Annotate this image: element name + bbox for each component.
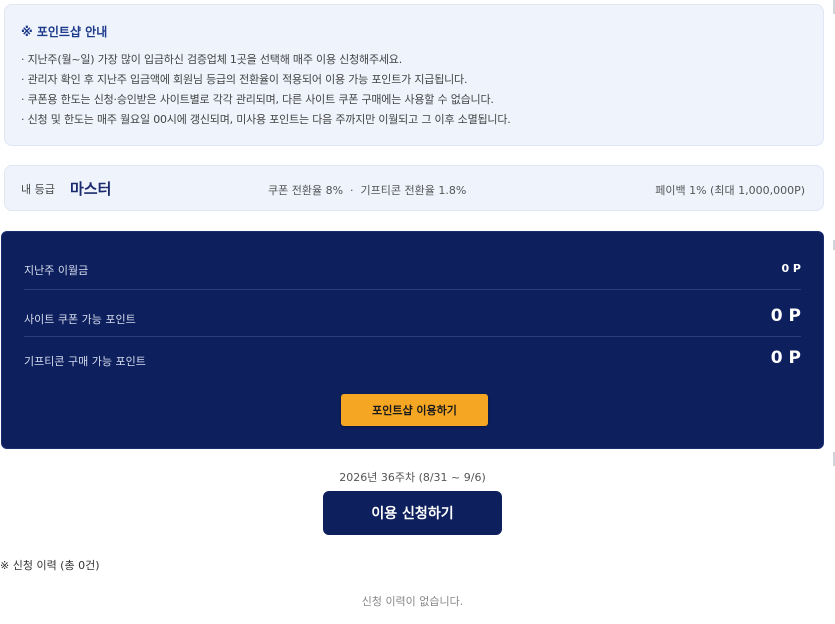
- carryover-label: 지난주 이월금: [24, 264, 89, 277]
- divider: [24, 336, 801, 337]
- point-shop-notice: ※ 포인트샵 안내 · 지난주(월~일) 가장 많이 입금하신 검증업체 1곳을…: [4, 4, 824, 146]
- payback-info: 페이백 1% (최대 1,000,000P): [655, 184, 805, 197]
- notice-title: ※ 포인트샵 안내: [21, 25, 108, 39]
- gifticon-label: 기프티콘 구매 가능 포인트: [24, 355, 146, 368]
- notice-line: · 신청 및 한도는 매주 월요일 00시에 갱신되며, 미사용 포인트는 다음…: [21, 113, 511, 126]
- grade-value: 마스터: [70, 180, 112, 198]
- history-title: ※ 신청 이력 (총 0건): [0, 559, 100, 572]
- site-coupon-value: 0 P: [770, 306, 801, 326]
- notice-line: · 지난주(월~일) 가장 많이 입금하신 검증업체 1곳을 선택해 매주 이용…: [21, 53, 402, 66]
- notice-line: · 관리자 확인 후 지난주 입금액에 회원님 등급의 전환율이 적용되어 이용…: [21, 73, 468, 86]
- divider: [24, 289, 801, 290]
- points-panel: 지난주 이월금 0 P 사이트 쿠폰 가능 포인트 0 P 기프티콘 구매 가능…: [1, 231, 824, 449]
- notice-line: · 쿠폰용 한도는 신청·승인받은 사이트별로 각각 관리되며, 다른 사이트 …: [21, 93, 494, 106]
- site-coupon-label: 사이트 쿠폰 가능 포인트: [24, 313, 136, 326]
- gifticon-value: 0 P: [770, 348, 801, 368]
- conversion-rates: 쿠폰 전환율 8% · 기프티콘 전환율 1.8%: [268, 184, 467, 197]
- grade-label: 내 등급: [21, 183, 55, 196]
- apply-button[interactable]: 이용 신청하기: [323, 491, 502, 535]
- week-period: 2026년 36주차 (8/31 ~ 9/6): [339, 471, 486, 484]
- history-empty-message: 신청 이력이 없습니다.: [361, 595, 464, 608]
- my-grade-panel: 내 등급 마스터 쿠폰 전환율 8% · 기프티콘 전환율 1.8% 페이백 1…: [4, 165, 824, 211]
- point-shop-button[interactable]: 포인트샵 이용하기: [341, 394, 488, 426]
- carryover-value: 0 P: [781, 262, 801, 275]
